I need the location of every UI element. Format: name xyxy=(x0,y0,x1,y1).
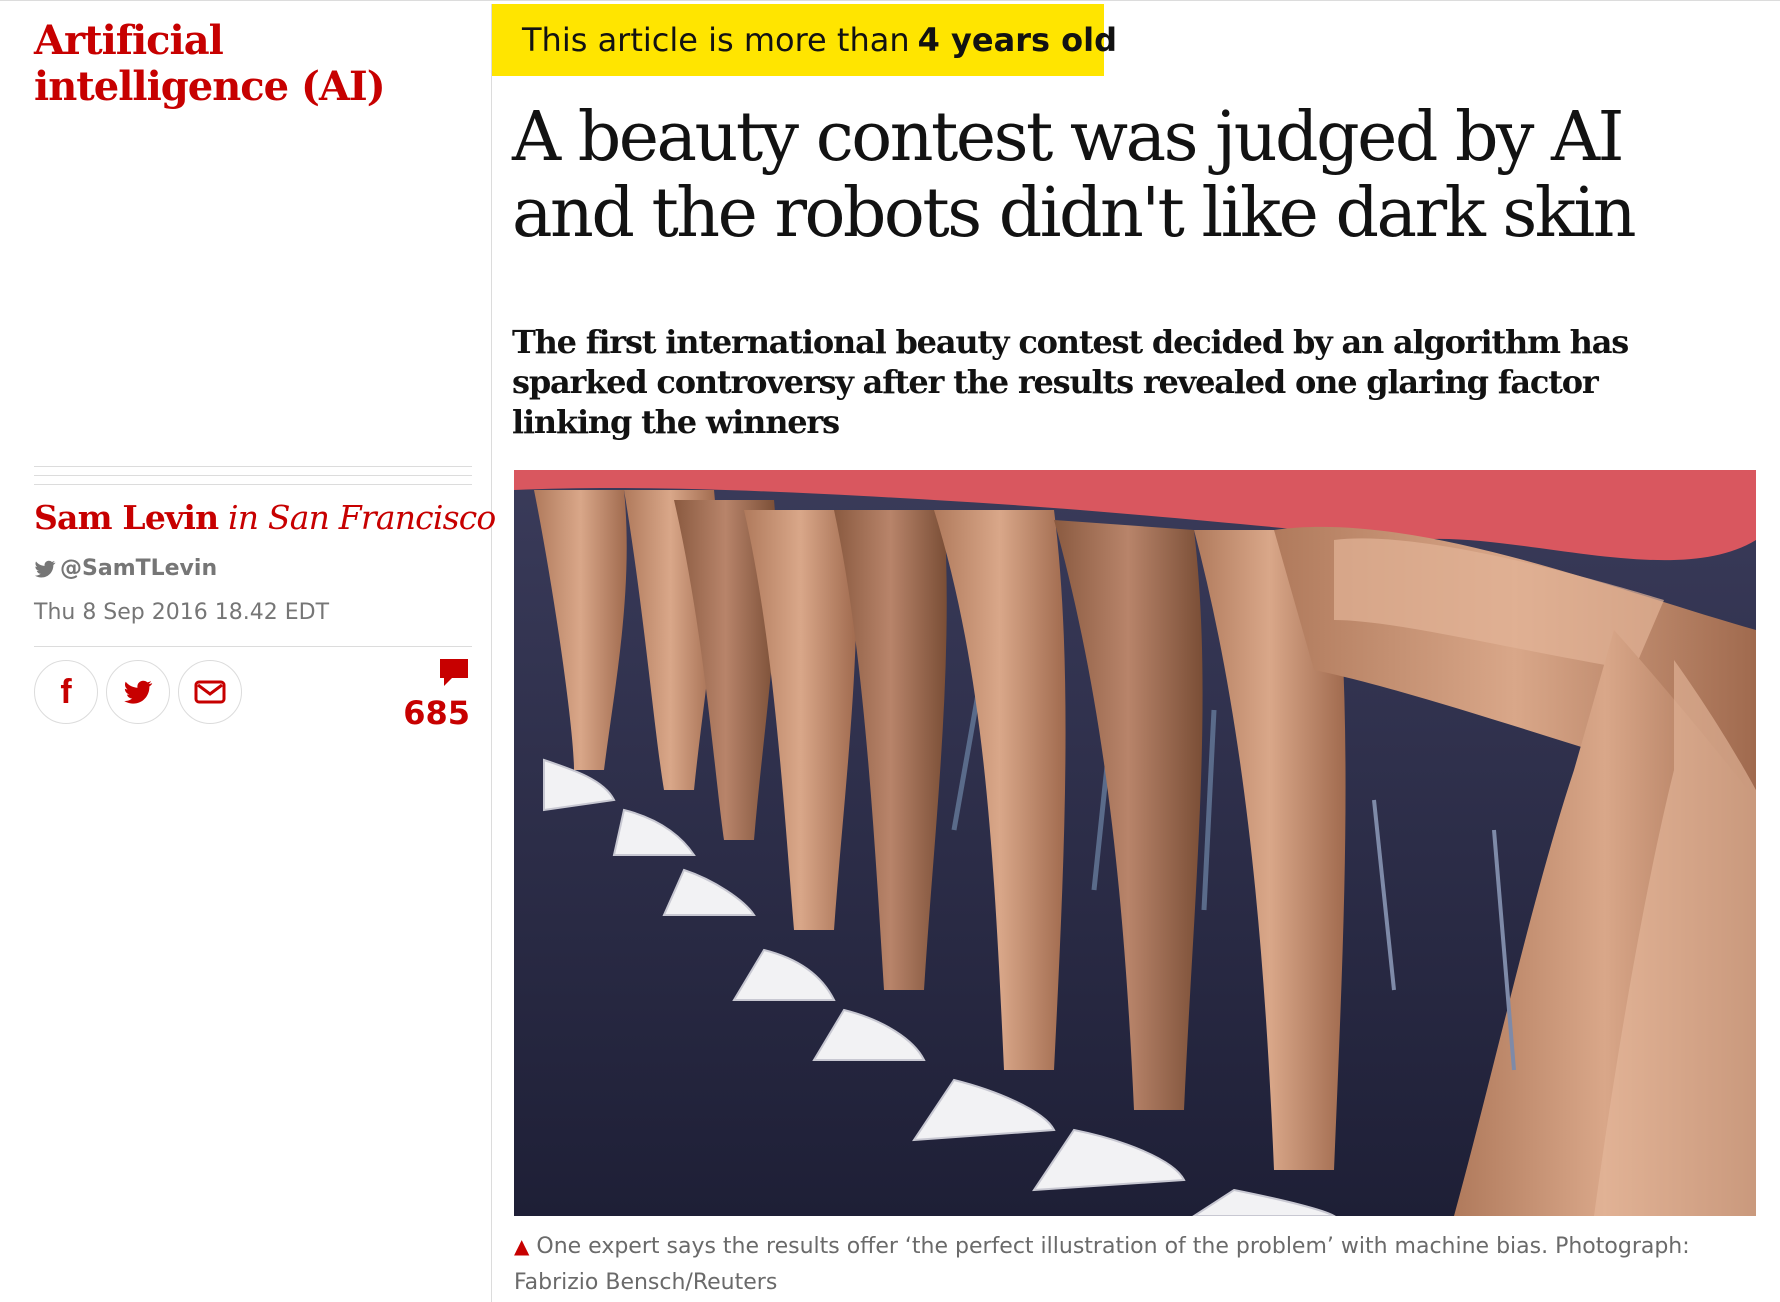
share-buttons: f xyxy=(34,660,242,724)
triangle-up-icon: ▲ xyxy=(514,1234,530,1258)
article-standfirst: The first international beauty contest d… xyxy=(512,323,1629,441)
age-prefix: This article is more than xyxy=(522,21,910,59)
image-caption: ▲ One expert says the results offer ‘the… xyxy=(514,1228,1754,1301)
comments-link[interactable]: 685 xyxy=(400,658,470,732)
twitter-share-button[interactable] xyxy=(106,660,170,724)
caption-text: One expert says the results offer ‘the p… xyxy=(514,1234,1690,1295)
article-age-banner: This article is more than 4 years old xyxy=(492,4,1117,76)
author-twitter-link[interactable]: @SamTLevin xyxy=(34,556,217,581)
photo-contestants-legs xyxy=(514,470,1756,1216)
twitter-icon xyxy=(124,680,153,704)
comment-count: 685 xyxy=(403,694,470,732)
publish-date: Thu 8 Sep 2016 18.42 EDT xyxy=(34,600,330,625)
email-icon xyxy=(194,680,226,704)
column-divider xyxy=(491,4,492,1302)
twitter-handle: @SamTLevin xyxy=(60,556,218,581)
share-divider xyxy=(34,646,472,647)
twitter-bird-icon xyxy=(34,560,56,578)
byline: Sam Levin in San Francisco xyxy=(34,498,496,537)
comment-bubble-icon xyxy=(440,659,468,686)
byline-rules xyxy=(34,466,472,493)
article-headline: A beauty contest was judged by AI and th… xyxy=(512,98,1637,253)
facebook-icon: f xyxy=(60,672,72,711)
author-location: in San Francisco xyxy=(228,498,496,537)
author-name[interactable]: Sam Levin xyxy=(34,498,219,537)
facebook-share-button[interactable]: f xyxy=(34,660,98,724)
age-value: 4 years old xyxy=(917,21,1118,59)
email-share-button[interactable] xyxy=(178,660,242,724)
section-label[interactable]: Artificial intelligence (AI) xyxy=(34,18,474,110)
article-main-image[interactable] xyxy=(514,470,1756,1216)
